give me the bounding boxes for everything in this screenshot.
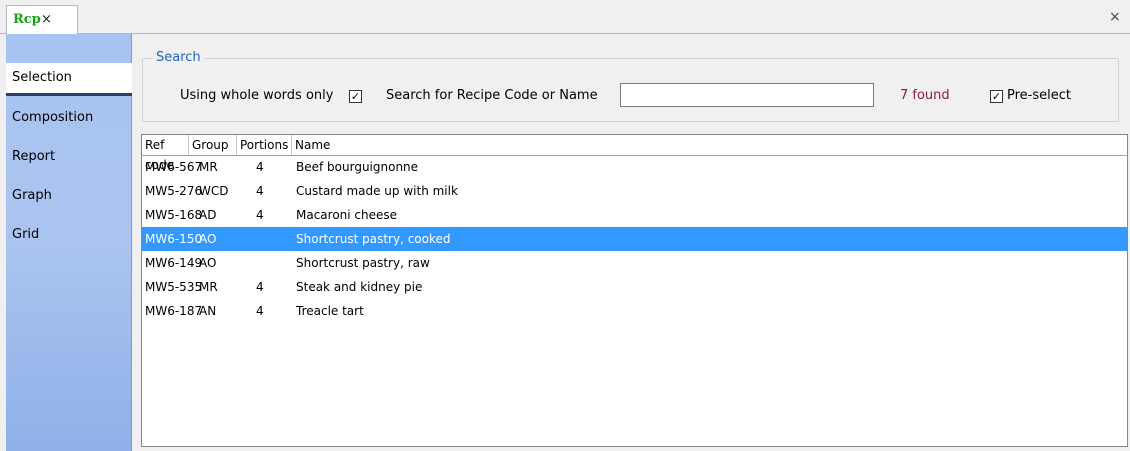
cell-group: AO <box>199 232 217 246</box>
cell-name: Custard made up with milk <box>296 184 458 198</box>
nav-item-report[interactable]: Report <box>6 142 132 172</box>
recipe-list[interactable]: Ref code Group Portions Name MW6-567 MR 4 B… <box>141 134 1128 447</box>
cell-ref-code: MW5-276 <box>145 184 203 198</box>
preselect-checkbox[interactable]: ✓ <box>990 90 1003 103</box>
cell-name: Treacle tart <box>296 304 364 318</box>
nav-item-composition[interactable]: Composition <box>6 103 132 133</box>
nav-item-graph[interactable]: Graph <box>6 181 132 211</box>
header-portions[interactable]: Portions <box>237 135 292 155</box>
cell-group: MR <box>199 280 218 294</box>
tab-strip: Rcp × × <box>0 0 1130 35</box>
cell-ref-code: MW6-187 <box>145 304 203 318</box>
table-row[interactable]: MW6-149 AO Shortcrust pastry, raw <box>142 251 1127 275</box>
table-row[interactable]: MW6-150 AO Shortcrust pastry, cooked <box>142 227 1127 251</box>
tab-close-icon[interactable]: × <box>41 12 52 27</box>
table-row[interactable]: MW5-168 AD 4 Macaroni cheese <box>142 203 1127 227</box>
cell-portions: 4 <box>256 280 264 294</box>
cell-portions: 4 <box>256 304 264 318</box>
found-count: 7 found <box>900 88 950 103</box>
cell-group: WCD <box>199 184 229 198</box>
cell-name: Beef bourguignonne <box>296 160 419 174</box>
cell-portions: 4 <box>256 208 264 222</box>
tab-rcp[interactable]: Rcp × <box>6 5 78 35</box>
list-header: Ref code Group Portions Name <box>142 135 1127 172</box>
cell-ref-code: MW5-535 <box>145 280 203 294</box>
table-row[interactable]: MW6-187 AN 4 Treacle tart <box>142 299 1127 323</box>
cell-name: Macaroni cheese <box>296 208 398 222</box>
cell-ref-code: MW6-567 <box>145 160 203 174</box>
cell-group: MR <box>199 160 218 174</box>
cell-portions: 4 <box>256 160 264 174</box>
whole-words-checkbox[interactable]: ✓ <box>349 90 362 103</box>
cell-group: AN <box>199 304 217 318</box>
search-label: Search for Recipe Code or Name <box>386 88 598 103</box>
cell-ref-code: MW6-149 <box>145 256 203 270</box>
nav-item-selection[interactable]: Selection <box>6 63 132 96</box>
cell-ref-code: MW5-168 <box>145 208 203 222</box>
sidebar-nav: Selection Composition Report Graph Grid <box>6 34 132 451</box>
header-name[interactable]: Name <box>292 135 1127 155</box>
table-row[interactable]: MW6-567 MR 4 Beef bourguignonne <box>142 155 1127 179</box>
header-ref-code[interactable]: Ref code <box>142 135 189 172</box>
cell-portions: 4 <box>256 184 264 198</box>
cell-group: AO <box>199 256 217 270</box>
cell-name: Steak and kidney pie <box>296 280 423 294</box>
cell-ref-code: MW6-150 <box>145 232 203 246</box>
nav-item-grid[interactable]: Grid <box>6 220 132 250</box>
window-close-icon[interactable]: × <box>1109 9 1121 25</box>
search-input[interactable] <box>620 83 874 107</box>
cell-name: Shortcrust pastry, cooked <box>296 232 451 246</box>
header-group[interactable]: Group <box>189 135 237 155</box>
search-group-legend: Search <box>153 50 204 65</box>
preselect-label: Pre-select <box>1007 88 1071 103</box>
cell-name: Shortcrust pastry, raw <box>296 256 430 270</box>
whole-words-label: Using whole words only <box>180 88 334 103</box>
table-row[interactable]: MW5-276 WCD 4 Custard made up with milk <box>142 179 1127 203</box>
cell-group: AD <box>199 208 217 222</box>
table-row[interactable]: MW5-535 MR 4 Steak and kidney pie <box>142 275 1127 299</box>
tab-title: Rcp <box>13 12 41 27</box>
